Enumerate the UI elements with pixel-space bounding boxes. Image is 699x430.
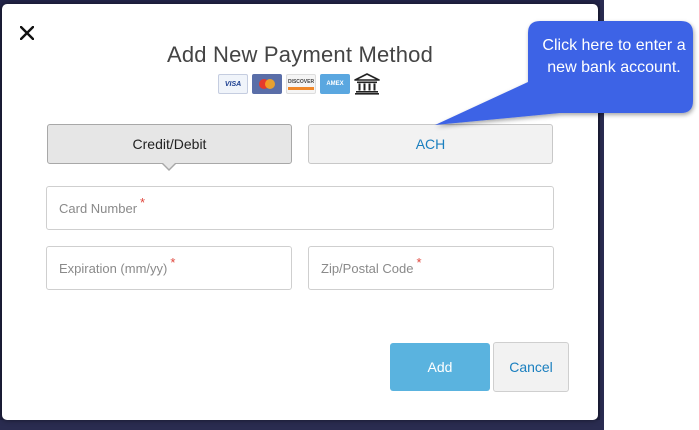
card-icons: VISA DISCOVER AMEX — [218, 73, 380, 95]
visa-icon: VISA — [218, 74, 248, 94]
selected-tab-pointer-fill — [162, 162, 176, 169]
callout-text: Click here to enter a new bank account. — [542, 37, 686, 76]
mastercard-icon — [252, 74, 282, 94]
card-number-placeholder: Card Number — [59, 200, 138, 216]
zip-code-field[interactable]: Zip/Postal Code * — [308, 246, 554, 290]
expiration-field[interactable]: Expiration (mm/yy) * — [46, 246, 292, 290]
cancel-button[interactable]: Cancel — [493, 342, 569, 392]
required-marker: * — [416, 254, 422, 270]
discover-label: DISCOVER — [287, 78, 315, 85]
payment-method-modal: Add New Payment Method VISA DISCOVER AME… — [2, 4, 598, 420]
discover-icon: DISCOVER — [286, 74, 316, 94]
amex-icon: AMEX — [320, 74, 350, 94]
background-bottom — [0, 420, 600, 430]
zip-placeholder: Zip/Postal Code — [321, 260, 414, 276]
add-button[interactable]: Add — [390, 343, 490, 391]
bank-icon — [354, 73, 380, 95]
expiration-placeholder: Expiration (mm/yy) — [59, 260, 168, 276]
required-marker: * — [170, 254, 176, 270]
tab-credit-debit[interactable]: Credit/Debit — [47, 124, 292, 164]
card-number-field[interactable]: Card Number * — [46, 186, 554, 230]
tab-ach[interactable]: ACH — [308, 124, 553, 164]
modal-title: Add New Payment Method — [166, 42, 434, 67]
required-marker: * — [140, 194, 146, 210]
